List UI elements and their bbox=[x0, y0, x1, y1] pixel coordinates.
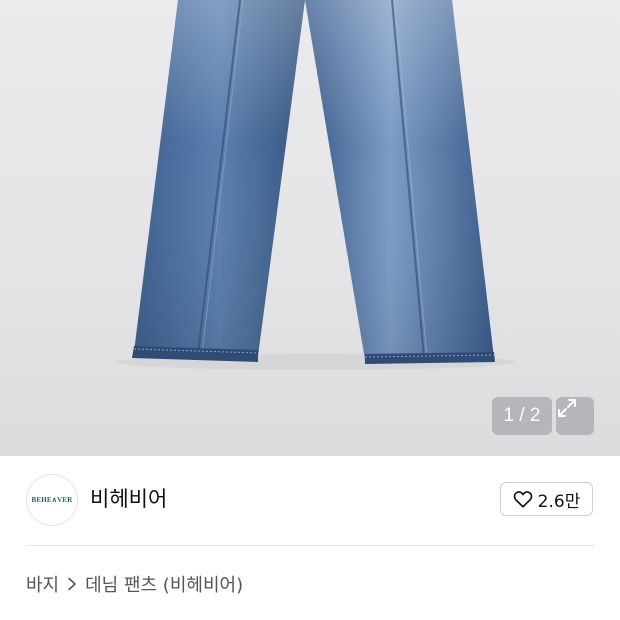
image-counter: 1 / 2 bbox=[492, 397, 552, 435]
divider bbox=[26, 545, 594, 546]
chevron-right-icon bbox=[68, 577, 76, 591]
seller-section: BEHE∧VER 비헤비어 2.6만 bbox=[0, 456, 620, 546]
product-image bbox=[115, 0, 515, 370]
breadcrumb-category[interactable]: 바지 bbox=[26, 571, 59, 597]
breadcrumb: 바지 데님 팬츠 (비헤비어) bbox=[26, 571, 243, 597]
seller-logo: BEHE∧VER bbox=[31, 496, 73, 504]
expand-button[interactable] bbox=[556, 397, 594, 435]
seller-avatar[interactable]: BEHE∧VER bbox=[26, 474, 78, 526]
expand-icon bbox=[558, 399, 576, 417]
like-count: 2.6만 bbox=[537, 491, 581, 512]
like-button[interactable]: 2.6만 bbox=[500, 482, 593, 516]
breadcrumb-subcategory[interactable]: 데님 팬츠 (비헤비어) bbox=[85, 571, 243, 597]
heart-icon bbox=[513, 491, 532, 508]
product-image-gallery[interactable]: 1 / 2 bbox=[0, 0, 620, 456]
seller-name[interactable]: 비헤비어 bbox=[90, 483, 167, 513]
